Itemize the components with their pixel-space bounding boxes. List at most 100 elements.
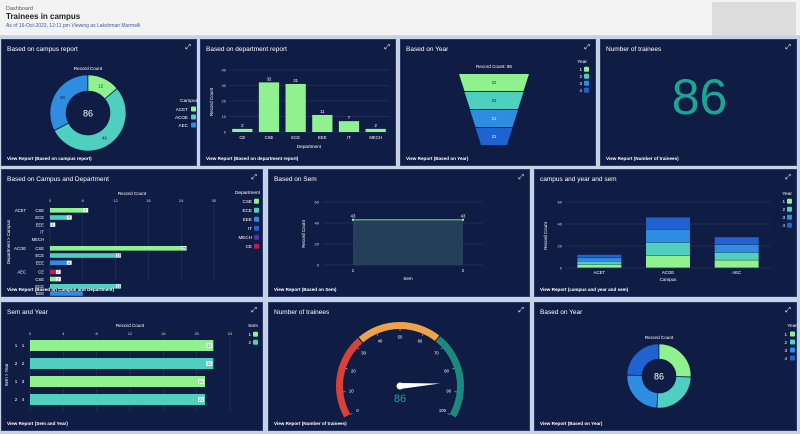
bar-value-label: 11: [320, 109, 325, 114]
bar: [50, 246, 187, 251]
x-tick-label: ECE: [291, 135, 300, 140]
legend-label: 2: [579, 74, 582, 79]
row-sem-label: 1: [15, 379, 18, 384]
gauge-tick: [440, 347, 443, 350]
y-tick-label: 0: [317, 263, 320, 268]
view-report-link[interactable]: View Report (Number of trainees): [606, 156, 679, 161]
legend-label: 1: [248, 332, 251, 337]
view-report-link[interactable]: View Report (Sem and Year): [7, 421, 68, 426]
panel-sem-and-year: Sem and Year ⤢ Record Count 0 4 8 12 16 20 24 22…: [1, 302, 263, 431]
group-label: ACET: [15, 208, 27, 213]
bar-value-label: 2: [57, 277, 59, 281]
campus-year-sem-stacked-chart: 0 20 40 60 ACET ACOE AEC Campus Record Count Year…: [543, 191, 792, 282]
view-report-link[interactable]: View Report (Number of trainees): [274, 421, 347, 426]
legend-title: Sem: [248, 323, 258, 329]
legend-label: CSE: [243, 199, 252, 204]
panel-number-of-trainees-gauge: Number of trainees ⤢ 0 10 20 30 40 50 60 70 80 90…: [268, 302, 530, 431]
gauge-needle-hub: [396, 382, 404, 390]
legend-swatch: [584, 80, 589, 86]
bar: [285, 83, 306, 132]
bar: [30, 394, 205, 405]
expand-icon[interactable]: ⤢: [785, 44, 791, 52]
view-report-link[interactable]: View Report (Based on Year): [540, 421, 602, 426]
bar: [50, 208, 89, 213]
donut-center-value: 86: [83, 109, 93, 119]
legend-swatch: [253, 331, 258, 337]
legend-title: Year: [787, 323, 797, 329]
view-report-link[interactable]: View Report (Based on Year): [406, 156, 468, 161]
bar-value-label: 22: [207, 344, 211, 348]
funnel-value-label: 21: [492, 116, 497, 121]
year-donut-chart: Record Count 86 Year1 2 3 4: [626, 323, 797, 409]
legend-swatch: [191, 122, 196, 128]
page-header: Dashboard Trainees in campus As of 16-Oc…: [0, 0, 800, 36]
view-report-link[interactable]: View Report (Based on department report): [206, 156, 298, 161]
stacked-bar-segment: [646, 255, 690, 268]
panel-number-of-trainees: Number of trainees ⤢ 86 View Report (Num…: [600, 39, 797, 166]
x-tick-label: 12: [128, 331, 133, 336]
data-label: 43: [461, 213, 466, 218]
x-tick-label: 30: [212, 198, 217, 203]
bar: [338, 121, 360, 132]
x-tick-label: 0: [49, 198, 52, 203]
funnel-value-label: 22: [492, 80, 497, 85]
row-label: IT: [40, 230, 44, 235]
stacked-bar-segment: [714, 260, 759, 268]
chart-title: Record Count: [116, 323, 145, 328]
chart-title: Record Count: [118, 191, 147, 196]
bar: [312, 114, 333, 132]
legend-swatch: [787, 206, 792, 212]
x-tick-label: 20: [194, 331, 199, 336]
legend-swatch: [790, 331, 795, 337]
bar: [258, 82, 280, 132]
x-tick-label: ACOE: [662, 270, 674, 275]
legend-label: 3: [579, 81, 582, 86]
panel-campus-year-sem: campus and year and sem ⤢ 0 20 40 60 ACET ACO…: [534, 169, 797, 297]
x-tick-label: MECH: [369, 135, 382, 140]
gauge-tick-label: 0: [356, 408, 359, 413]
x-tick-label: 16: [161, 331, 166, 336]
view-report-link[interactable]: View Report (Based on Campus and Departm…: [7, 287, 114, 292]
legend-title: Year: [782, 191, 792, 197]
gauge-tick-label: 100: [439, 408, 447, 413]
view-report-link[interactable]: View Report (campus and year and sem): [540, 287, 628, 292]
group-label: AEC: [17, 270, 26, 275]
stacked-bar-segment: [577, 258, 622, 261]
y-tick-label: 40: [315, 221, 320, 226]
y-tick-label: 0: [224, 130, 227, 135]
row-label: CSE: [35, 246, 44, 251]
x-tick-label: IT: [347, 135, 351, 140]
bar: [232, 128, 253, 132]
legend-label: 2: [784, 340, 787, 345]
bar: [30, 358, 214, 369]
header-placeholder-block: [712, 2, 796, 35]
stacked-bar-segment: [577, 264, 622, 268]
y-tick-label: 60: [558, 200, 563, 205]
page-title: Trainees in campus: [6, 12, 81, 21]
bar-value-label: 25: [182, 247, 186, 251]
row-label: ECE: [35, 253, 44, 258]
legend-swatch: [584, 66, 589, 72]
x-tick-label: CE: [239, 135, 245, 140]
gauge-tick-label: 40: [378, 339, 383, 344]
x-tick-label: 4: [62, 331, 65, 336]
gauge-tick: [357, 347, 360, 350]
group-label: ACOE: [14, 246, 26, 251]
y-tick-label: 40: [558, 222, 563, 227]
panel-title: Number of trainees: [606, 46, 662, 53]
view-report-link[interactable]: View Report (Based on campus report): [7, 156, 92, 161]
legend-swatch: [790, 347, 795, 353]
gauge-tick: [452, 368, 455, 370]
y-axis-label: Record Count: [209, 87, 214, 116]
x-tick-label: 24: [228, 331, 233, 336]
panel-based-on-year: Based on Year ⤢ Record Count: 86 22 22 21 21…: [400, 39, 596, 166]
y-tick-label: 0: [560, 266, 563, 271]
legend-title: Department: [235, 190, 261, 196]
y-tick-label: 40: [222, 68, 227, 73]
legend-swatch: [584, 87, 589, 93]
stacked-bar-segment: [714, 252, 759, 260]
x-tick-label: 1: [352, 268, 355, 273]
x-tick-label: CSE: [265, 135, 274, 140]
legend-swatch: [787, 198, 792, 204]
view-report-link[interactable]: View Report (Based on Sem): [274, 287, 336, 292]
